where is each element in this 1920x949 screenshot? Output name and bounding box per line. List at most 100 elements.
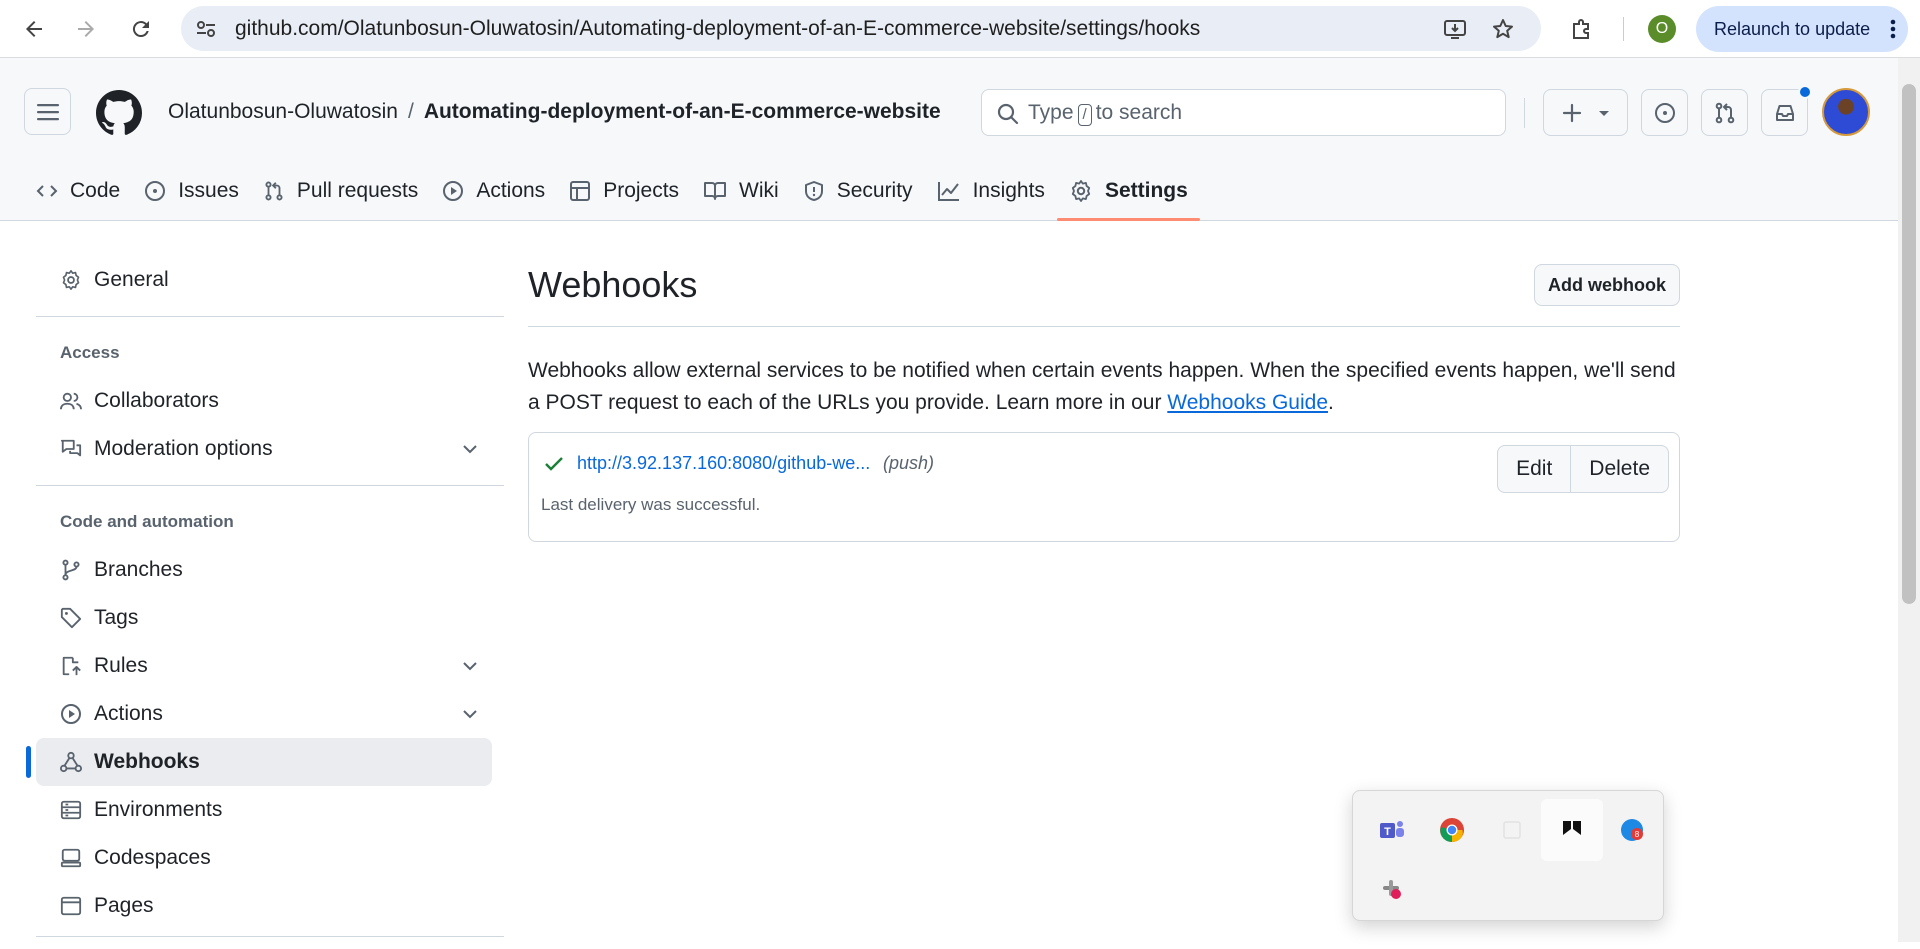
tab-security-label: Security <box>836 179 913 202</box>
profile-avatar[interactable]: O <box>1648 15 1676 43</box>
github-logo-icon[interactable] <box>96 90 142 136</box>
chevron-down-icon[interactable] <box>460 704 480 724</box>
caret-down-icon <box>1598 110 1609 116</box>
teams-icon[interactable]: T <box>1361 799 1423 861</box>
reload-button[interactable] <box>121 9 161 49</box>
sidebar-item-webhooks[interactable]: Webhooks <box>26 738 492 786</box>
sidebar-divider <box>36 936 504 937</box>
sidebar-item-moderation[interactable]: Moderation options <box>36 425 492 473</box>
edit-button[interactable]: Edit <box>1498 446 1570 492</box>
sidebar-item-collaborators[interactable]: Collaborators <box>36 377 492 425</box>
sidebar-item-label: Moderation options <box>94 437 273 460</box>
create-new-button[interactable] <box>1543 89 1628 136</box>
page-scrollbar[interactable] <box>1898 58 1920 942</box>
sidebar-item-tags[interactable]: Tags <box>36 594 492 642</box>
chevron-down-icon[interactable] <box>460 656 480 676</box>
tab-issues-label: Issues <box>178 179 239 202</box>
tab-actions[interactable]: Actions <box>430 162 557 220</box>
repo-header: Olatunbosun-Oluwatosin / Automating-deploy… <box>0 58 1898 221</box>
dark-app-icon[interactable] <box>1541 799 1603 861</box>
sidebar-item-general[interactable]: General <box>36 256 492 304</box>
chevron-down-icon[interactable] <box>460 439 480 459</box>
forward-button[interactable] <box>66 9 106 49</box>
graph-icon <box>937 182 959 201</box>
back-button[interactable] <box>14 9 54 49</box>
owner-link[interactable]: Olatunbosun-Oluwatosin <box>168 100 398 123</box>
play-circle-icon <box>443 181 464 201</box>
webhook-list-item: http://3.92.137.160:8080/github-we... (p… <box>528 432 1680 542</box>
bookmark-star-icon[interactable] <box>1491 17 1515 41</box>
sidebar-item-label: Codespaces <box>94 846 211 869</box>
sidebar-item-pages[interactable]: Pages <box>36 882 492 930</box>
tab-pull-requests[interactable]: Pull requests <box>251 162 430 220</box>
server-icon <box>60 800 82 820</box>
sidebar-item-codespaces[interactable]: Codespaces <box>36 834 492 882</box>
tab-security[interactable]: Security <box>791 162 925 220</box>
install-app-icon[interactable] <box>1443 17 1467 41</box>
tab-settings[interactable]: Settings <box>1056 162 1200 221</box>
slack-icon[interactable] <box>1361 858 1423 920</box>
issues-button[interactable] <box>1641 89 1688 136</box>
webhook-actions: Edit Delete <box>1497 445 1669 493</box>
site-settings-icon[interactable] <box>195 18 217 40</box>
url-text[interactable]: github.com/Olatunbosun-Oluwatosin/Automa… <box>235 6 1200 51</box>
search-icon <box>996 102 1020 126</box>
relaunch-label: Relaunch to update <box>1714 18 1871 39</box>
webhook-delivery-status: Last delivery was successful. <box>541 495 761 514</box>
relaunch-button[interactable]: Relaunch to update <box>1696 6 1908 52</box>
add-webhook-button[interactable]: Add webhook <box>1534 264 1680 306</box>
tab-code-label: Code <box>70 179 121 202</box>
webhook-events: (push) <box>883 453 935 473</box>
sidebar-item-actions[interactable]: Actions <box>36 690 492 738</box>
tab-projects[interactable]: Projects <box>557 162 691 220</box>
title-divider <box>528 326 1680 327</box>
pull-requests-button[interactable] <box>1701 89 1748 136</box>
sidebar-item-environments[interactable]: Environments <box>36 786 492 834</box>
puzzle-icon <box>1573 19 1589 39</box>
sidebar-heading-access: Access <box>60 343 120 362</box>
delete-button[interactable]: Delete <box>1570 446 1668 492</box>
arrow-right-icon <box>78 21 94 37</box>
tab-insights[interactable]: Insights <box>925 162 1057 220</box>
sidebar-item-label: Rules <box>94 654 148 677</box>
breadcrumb-separator: / <box>407 100 414 123</box>
toolbar-divider <box>1623 17 1624 41</box>
tab-insights-label: Insights <box>972 179 1045 202</box>
svg-text:T: T <box>1384 826 1391 838</box>
sidebar-item-label: Environments <box>94 798 223 821</box>
search-placeholder: Type / to search <box>1028 101 1183 126</box>
tab-wiki[interactable]: Wiki <box>691 162 791 220</box>
extensions-button[interactable] <box>1562 9 1602 49</box>
check-icon <box>545 457 563 471</box>
comment-discussion-icon <box>60 439 82 457</box>
search-input[interactable]: Type / to search <box>981 89 1506 136</box>
webhooks-guide-link[interactable]: Webhooks Guide <box>1167 391 1328 414</box>
inbox-button[interactable] <box>1761 85 1812 136</box>
notification-app-icon[interactable]: 8 <box>1601 799 1663 861</box>
address-bar[interactable]: github.com/Olatunbosun-Oluwatosin/Automa… <box>181 6 1541 51</box>
kebab-menu-icon[interactable] <box>1890 19 1896 39</box>
menu-button[interactable] <box>24 88 71 135</box>
tab-pull-requests-label: Pull requests <box>296 179 419 202</box>
tab-code[interactable]: Code <box>24 162 132 220</box>
sidebar-item-label: General <box>94 268 169 291</box>
user-avatar[interactable] <box>1822 88 1870 136</box>
tab-issues[interactable]: Issues <box>132 162 251 220</box>
scrollbar-thumb[interactable] <box>1902 84 1916 604</box>
sidebar-item-rules[interactable]: Rules <box>36 642 492 690</box>
repo-push-icon <box>62 656 81 676</box>
blank-app-icon[interactable] <box>1481 799 1543 861</box>
browser-toolbar: github.com/Olatunbosun-Oluwatosin/Automa… <box>0 0 1920 58</box>
tab-actions-label: Actions <box>476 179 546 202</box>
breadcrumb: Olatunbosun-Oluwatosin / Automating-deploy… <box>168 100 941 124</box>
chrome-icon[interactable] <box>1421 799 1483 861</box>
table-icon <box>570 181 591 201</box>
shield-icon <box>804 181 823 201</box>
sidebar-divider <box>36 485 504 486</box>
webhook-url-link[interactable]: http://3.92.137.160:8080/github-we... <box>577 453 870 474</box>
sidebar-divider <box>36 316 504 317</box>
sidebar-item-branches[interactable]: Branches <box>36 546 492 594</box>
issue-opened-icon <box>145 181 166 201</box>
book-icon <box>704 182 727 200</box>
repo-link[interactable]: Automating-deployment-of-an-E-commerce-w… <box>424 100 941 123</box>
